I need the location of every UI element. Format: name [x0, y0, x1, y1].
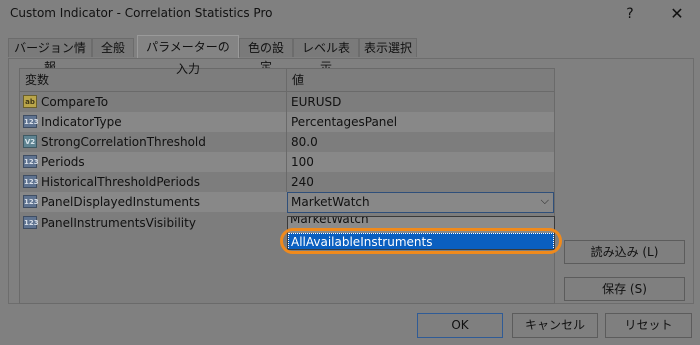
column-divider [286, 152, 287, 172]
help-icon[interactable]: ? [617, 3, 643, 25]
load-button[interactable]: 読み込み (L) [564, 240, 685, 264]
window-title: Custom Indicator - Correlation Statistic… [10, 6, 273, 20]
parameter-value[interactable]: EURUSD [291, 92, 341, 112]
column-header-value[interactable]: 値 [287, 69, 554, 91]
select-current-value: MarketWatch [291, 195, 370, 209]
parameter-value[interactable]: 80.0 [291, 132, 318, 152]
ok-button[interactable]: OK [417, 313, 503, 338]
chevron-down-icon[interactable]: ⌵ [541, 194, 549, 208]
integer-icon: 123 [23, 195, 39, 208]
column-divider [286, 132, 287, 152]
tab-levels[interactable]: レベル表示 [293, 38, 359, 74]
parameter-row[interactable]: 123 IndicatorType PercentagesPanel [20, 112, 554, 132]
integer-icon: 123 [23, 115, 39, 128]
parameter-value[interactable]: 100 [291, 152, 314, 172]
save-button[interactable]: 保存 (S) [564, 277, 685, 301]
string-icon: ab [23, 95, 37, 108]
parameter-name: PanelInstrumentsVisibility [41, 216, 196, 230]
tab-visualization[interactable]: 表示選択 [359, 38, 417, 57]
parameter-row[interactable]: 123 PanelDisplayedInstuments MarketWatch… [20, 192, 554, 213]
reset-button[interactable]: リセット [605, 313, 692, 338]
parameters-grid: 変数 値 ab CompareTo EURUSD 123 IndicatorTy… [19, 68, 555, 304]
integer-icon: 123 [23, 216, 39, 229]
parameter-name: CompareTo [41, 95, 109, 109]
dropdown-option-marketwatch[interactable]: MarketWatch [288, 217, 554, 227]
parameter-row[interactable]: 123 Periods 100 [20, 152, 554, 172]
panel-displayed-instruments-select[interactable]: MarketWatch ⌵ [287, 192, 554, 213]
integer-icon: 123 [23, 155, 39, 168]
parameter-name: HistoricalThresholdPeriods [41, 175, 201, 189]
cancel-button[interactable]: キャンセル [512, 313, 598, 338]
integer-icon: 123 [23, 175, 39, 188]
tab-general[interactable]: 全般 [92, 38, 134, 57]
double-icon: V2 [23, 135, 37, 148]
parameter-name: Periods [41, 155, 85, 169]
column-divider [286, 172, 287, 192]
tab-input-parameters[interactable]: パラメーターの入力 [137, 35, 239, 76]
parameter-name: IndicatorType [41, 115, 122, 129]
parameter-name: PanelDisplayedInstuments [41, 195, 200, 209]
column-divider [286, 92, 287, 112]
title-bar: Custom Indicator - Correlation Statistic… [0, 0, 700, 28]
tab-version-info[interactable]: バージョン情報 [8, 38, 92, 74]
parameter-value[interactable]: 240 [291, 172, 314, 192]
column-header-variable[interactable]: 変数 [20, 69, 287, 91]
parameter-row[interactable]: 123 HistoricalThresholdPeriods 240 [20, 172, 554, 192]
parameter-row[interactable]: ab CompareTo EURUSD [20, 92, 554, 112]
focus-highlight-ring [280, 228, 562, 254]
parameter-row[interactable]: V2 StrongCorrelationThreshold 80.0 [20, 132, 554, 152]
parameter-name: StrongCorrelationThreshold [41, 135, 206, 149]
tab-colors[interactable]: 色の設定 [239, 38, 293, 74]
column-divider [286, 112, 287, 132]
close-icon[interactable]: ✕ [664, 3, 690, 25]
grid-header: 変数 値 [20, 69, 554, 92]
parameter-value[interactable]: PercentagesPanel [291, 112, 397, 132]
